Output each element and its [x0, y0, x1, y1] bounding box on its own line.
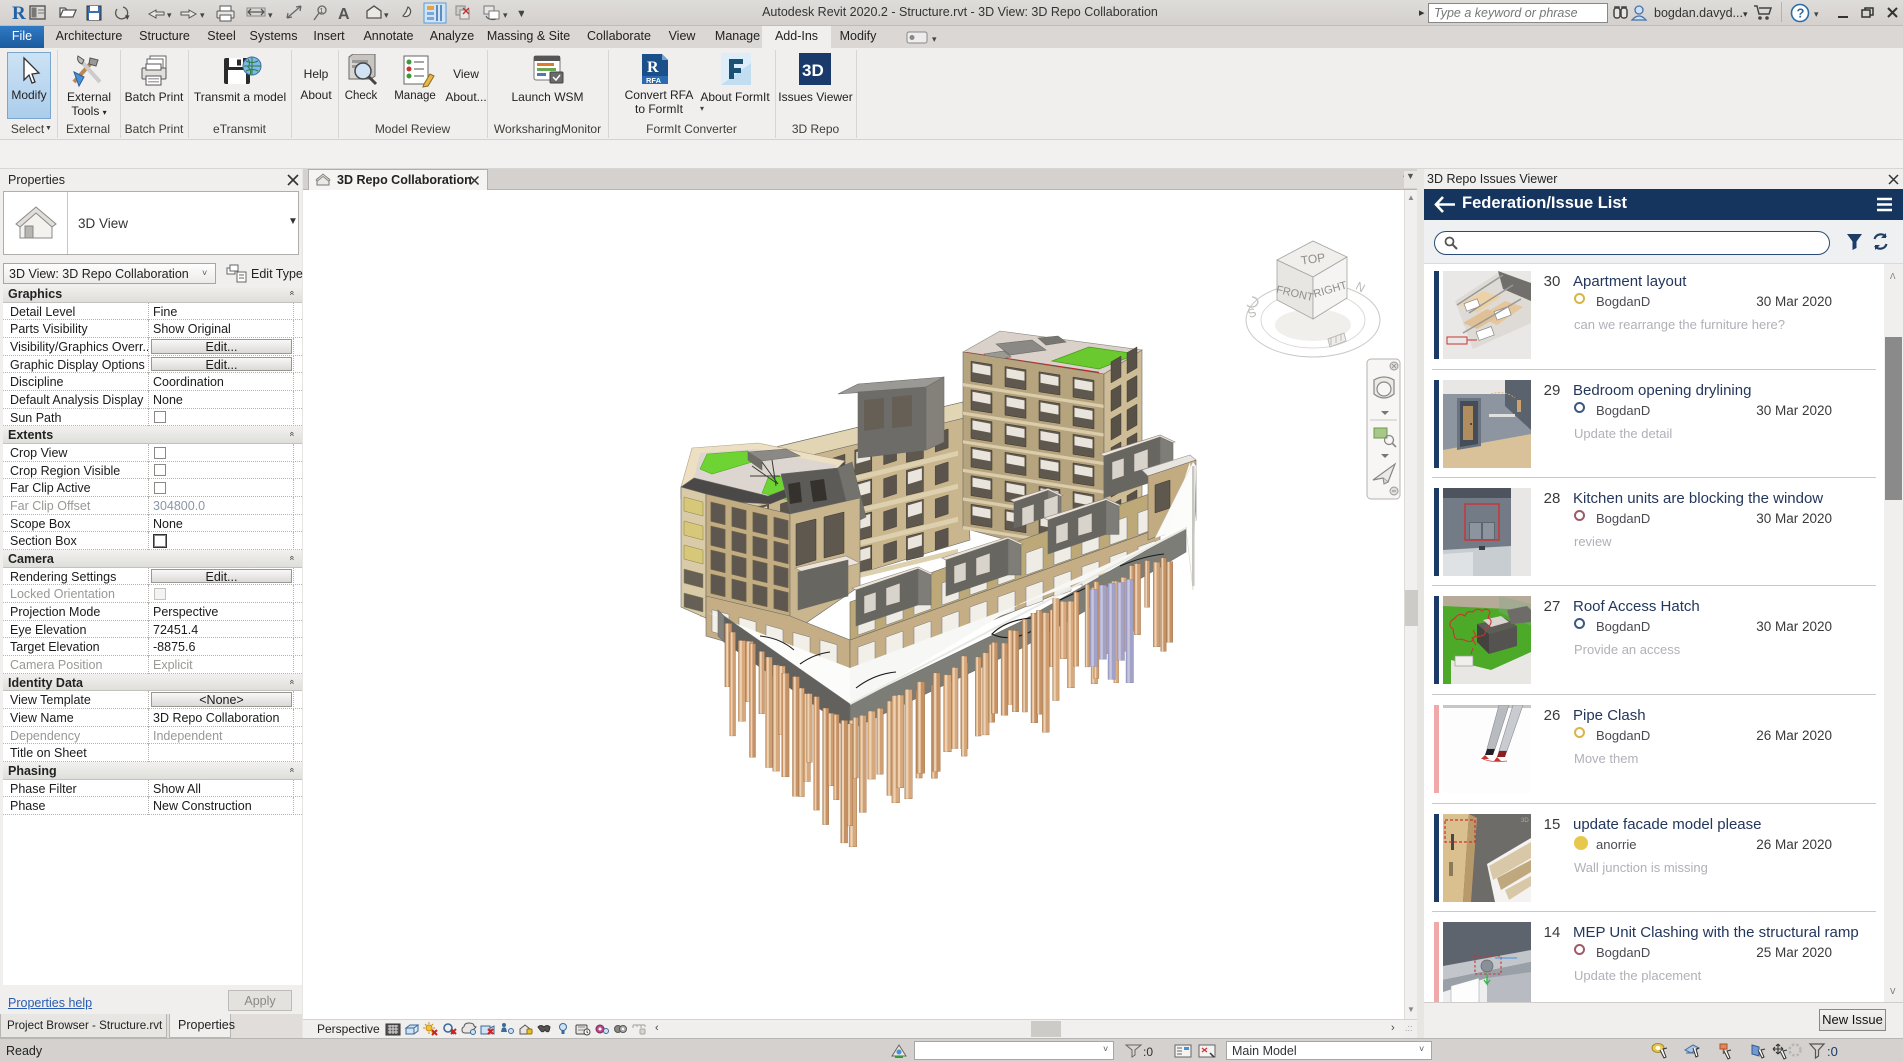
svg-text:▼: ▼ [516, 8, 524, 20]
svg-text:N: N [1353, 279, 1367, 295]
svg-text:RFA: RFA [646, 76, 662, 85]
svg-text:?: ? [1797, 6, 1805, 21]
svg-text::0: :0 [1827, 1044, 1838, 1059]
svg-text:R: R [12, 3, 26, 24]
svg-text:▾: ▾ [268, 10, 273, 20]
svg-text:▾: ▾ [200, 10, 205, 20]
svg-text:R: R [647, 59, 659, 76]
svg-text:▾: ▾ [125, 12, 130, 22]
svg-text:▾: ▾ [384, 10, 389, 20]
svg-text:▾: ▾ [1814, 9, 1819, 19]
svg-text::0: :0 [1143, 1045, 1153, 1059]
svg-text:3D: 3D [802, 61, 824, 80]
svg-text:3D: 3D [1521, 818, 1529, 824]
svg-text:▾: ▾ [503, 10, 508, 20]
svg-text:1: 1 [320, 8, 324, 15]
svg-text:▾: ▾ [167, 10, 172, 20]
svg-text:▾: ▾ [932, 34, 937, 44]
svg-text:A: A [338, 6, 350, 23]
